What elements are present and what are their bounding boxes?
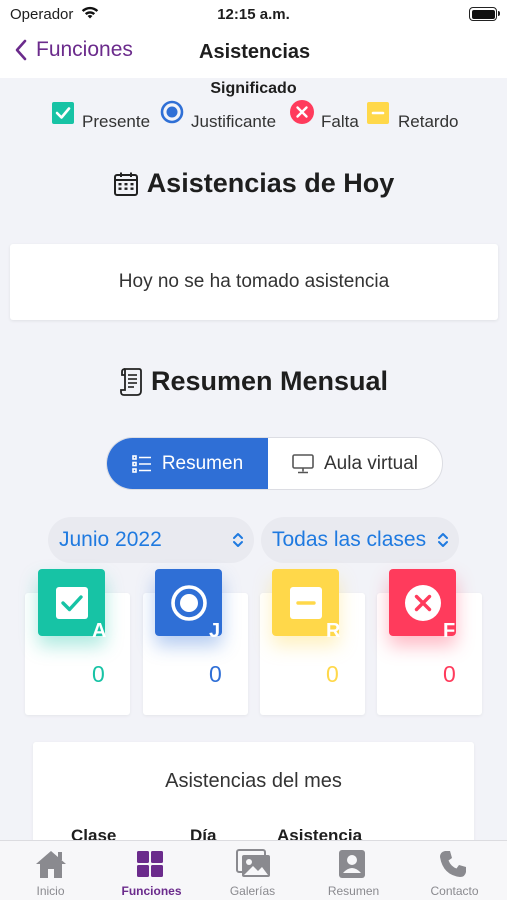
person-card-icon: [339, 850, 365, 878]
segment-aula-virtual-label: Aula virtual: [324, 452, 418, 474]
legend-label-presente: Presente: [82, 112, 151, 131]
today-section-title: Asistencias de Hoy: [0, 168, 507, 199]
chevron-up-down-icon: [233, 533, 243, 547]
minus-square-icon: [289, 586, 322, 619]
stat-letter-j: J: [209, 620, 221, 642]
back-button-label: Funciones: [36, 38, 133, 61]
today-message: Hoy no se ha tomado asistencia: [118, 271, 390, 292]
tab-bar: Inicio Funciones Galerías Resumen Contac…: [0, 840, 507, 900]
minus-square-icon: [367, 102, 389, 124]
class-picker[interactable]: Todas las clases: [261, 517, 459, 563]
gallery-icon: [236, 849, 270, 877]
legend-label-retardo: Retardo: [398, 112, 459, 131]
x-circle-icon: [290, 100, 314, 124]
stat-value-asistencias: 0: [92, 661, 105, 687]
class-picker-value: Todas las clases: [272, 528, 427, 551]
segment-resumen-label: Resumen: [161, 452, 244, 474]
view-segmented-control: Resumen Aula virtual: [106, 437, 443, 490]
monthly-section-title: Resumen Mensual: [0, 366, 507, 397]
tab-contacto[interactable]: Contacto: [404, 841, 505, 900]
check-square-icon: [55, 586, 88, 619]
stat-value-faltas: 0: [443, 661, 456, 687]
calendar-icon: [113, 172, 138, 196]
back-button[interactable]: Funciones: [14, 38, 133, 62]
segment-aula-virtual[interactable]: Aula virtual: [268, 438, 442, 489]
chevron-left-icon: [15, 39, 27, 61]
stat-value-retardos: 0: [326, 661, 339, 687]
radio-icon: [170, 584, 207, 621]
today-title-label: Asistencias de Hoy: [146, 168, 395, 198]
home-icon: [36, 851, 66, 878]
tab-galerias-label: Galerías: [229, 884, 276, 898]
check-square-icon: [52, 102, 74, 124]
month-picker-value: Junio 2022: [59, 528, 162, 551]
phone-icon: [440, 851, 466, 877]
stat-value-justificantes: 0: [209, 661, 222, 687]
tab-galerias[interactable]: Galerías: [202, 841, 303, 900]
list-icon: [132, 454, 151, 473]
stat-letter-r: R: [326, 620, 341, 642]
tab-funciones-label: Funciones: [121, 884, 182, 898]
tab-funciones[interactable]: Funciones: [101, 841, 202, 900]
tab-resumen[interactable]: Resumen: [303, 841, 404, 900]
month-attendance-title: Asistencias del mes: [165, 770, 342, 792]
status-time: 12:15 a.m.: [217, 6, 290, 23]
today-card: Hoy no se ha tomado asistencia: [10, 244, 498, 320]
monitor-icon: [292, 453, 314, 473]
navigation-bar: Funciones Asistencias: [0, 30, 507, 78]
legend-label-justificante: Justificante: [191, 112, 277, 131]
radio-icon: [160, 100, 184, 124]
stat-letter-a: A: [92, 620, 107, 642]
legend-label-falta: Falta: [321, 112, 359, 131]
grid-icon: [137, 851, 163, 877]
x-circle-icon: [404, 584, 441, 621]
status-bar: Operador 12:15 a.m.: [0, 0, 507, 30]
month-picker[interactable]: Junio 2022: [48, 517, 254, 563]
tab-inicio[interactable]: Inicio: [0, 841, 101, 900]
segment-resumen[interactable]: Resumen: [107, 438, 268, 489]
scroll-icon: [120, 367, 142, 396]
stat-letter-f: F: [443, 620, 456, 642]
chevron-up-down-icon: [438, 533, 448, 547]
battery-icon: [469, 7, 500, 21]
monthly-title-label: Resumen Mensual: [150, 366, 389, 396]
page-title: Asistencias: [199, 41, 311, 63]
tab-contacto-label: Contacto: [430, 884, 479, 898]
legend-title: Significado: [210, 80, 297, 97]
tab-resumen-label: Resumen: [327, 884, 380, 898]
tab-inicio-label: Inicio: [36, 884, 65, 898]
